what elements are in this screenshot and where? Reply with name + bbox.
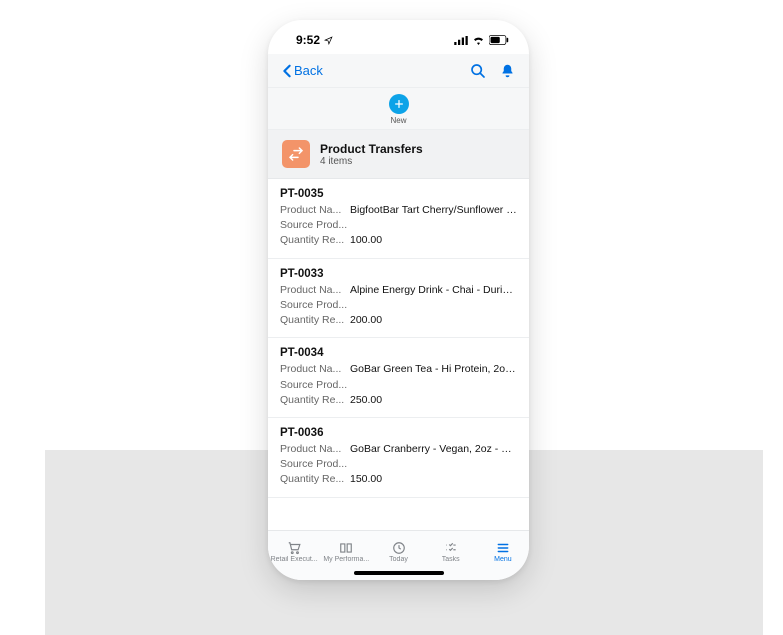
clock-icon (391, 541, 407, 555)
bell-icon (500, 63, 515, 79)
field-label-product: Product Na... (280, 203, 350, 218)
phone-frame: 9:52 Back New (268, 20, 529, 580)
search-button[interactable] (470, 63, 486, 79)
field-label-product: Product Na... (280, 362, 350, 377)
location-arrow-icon (324, 36, 333, 45)
list-header: Product Transfers 4 items (268, 130, 529, 179)
field-label-source: Source Prod... (280, 378, 350, 393)
tab-tasks[interactable]: Tasks (425, 531, 477, 572)
battery-icon (489, 35, 509, 45)
record-field: Product Na... BigfootBar Tart Cherry/Sun… (280, 203, 517, 218)
status-time-group: 9:52 (296, 33, 333, 47)
checklist-icon (443, 541, 459, 555)
list-header-text: Product Transfers 4 items (320, 142, 423, 167)
cart-icon (286, 541, 302, 555)
record-field: Source Prod... (280, 457, 517, 472)
field-value-quantity: 200.00 (350, 313, 517, 328)
search-icon (470, 63, 486, 79)
tab-today[interactable]: Today (372, 531, 424, 572)
record-field: Product Na... Alpine Energy Drink - Chai… (280, 283, 517, 298)
field-label-source: Source Prod... (280, 218, 350, 233)
field-value-source (350, 378, 517, 393)
wifi-icon (472, 36, 485, 45)
tab-my-performa-[interactable]: My Performa... (320, 531, 372, 572)
record-id: PT-0034 (280, 347, 517, 359)
record-field: Product Na... GoBar Green Tea - Hi Prote… (280, 362, 517, 377)
back-label: Back (294, 63, 323, 78)
tab-label: Today (389, 556, 408, 563)
field-value-product: BigfootBar Tart Cherry/Sunflower -... (350, 203, 517, 218)
back-button[interactable]: Back (282, 63, 323, 78)
record-id: PT-0036 (280, 427, 517, 439)
field-label-quantity: Quantity Re... (280, 313, 350, 328)
notifications-button[interactable] (500, 63, 515, 79)
home-indicator[interactable] (354, 571, 444, 575)
record-field: Quantity Re... 250.00 (280, 393, 517, 408)
chevron-left-icon (282, 64, 292, 78)
new-action-bar: New (268, 88, 529, 130)
field-value-product: GoBar Green Tea - Hi Protein, 2oz -... (350, 362, 517, 377)
record-id: PT-0035 (280, 188, 517, 200)
record-item[interactable]: PT-0033 Product Na... Alpine Energy Drin… (268, 259, 529, 339)
record-field: Quantity Re... 150.00 (280, 472, 517, 487)
tab-retail-execut-[interactable]: Retail Execut... (268, 531, 320, 572)
status-time: 9:52 (296, 33, 320, 47)
field-value-product: GoBar Cranberry - Vegan, 2oz - 24 ... (350, 442, 517, 457)
field-label-quantity: Quantity Re... (280, 233, 350, 248)
nav-actions (470, 63, 515, 79)
field-label-product: Product Na... (280, 283, 350, 298)
transfer-icon (282, 140, 310, 168)
tab-label: Menu (494, 556, 512, 563)
field-value-quantity: 150.00 (350, 472, 517, 487)
field-value-source (350, 218, 517, 233)
record-field: Source Prod... (280, 298, 517, 313)
record-field: Source Prod... (280, 378, 517, 393)
record-item[interactable]: PT-0035 Product Na... BigfootBar Tart Ch… (268, 179, 529, 259)
plus-icon (394, 99, 404, 109)
new-button-label: New (390, 116, 406, 125)
record-item[interactable]: PT-0034 Product Na... GoBar Green Tea - … (268, 338, 529, 418)
cellular-icon (454, 36, 468, 45)
record-field: Quantity Re... 200.00 (280, 313, 517, 328)
record-field: Source Prod... (280, 218, 517, 233)
field-value-quantity: 250.00 (350, 393, 517, 408)
nav-bar: Back (268, 54, 529, 88)
status-indicators (454, 35, 509, 45)
record-item[interactable]: PT-0036 Product Na... GoBar Cranberry - … (268, 418, 529, 498)
tab-label: My Performa... (323, 556, 369, 563)
field-label-source: Source Prod... (280, 457, 350, 472)
field-value-source (350, 298, 517, 313)
field-label-quantity: Quantity Re... (280, 472, 350, 487)
field-label-source: Source Prod... (280, 298, 350, 313)
tab-label: Retail Execut... (271, 556, 318, 563)
field-value-product: Alpine Energy Drink - Chai - During... (350, 283, 517, 298)
field-value-quantity: 100.00 (350, 233, 517, 248)
record-field: Product Na... GoBar Cranberry - Vegan, 2… (280, 442, 517, 457)
list-title: Product Transfers (320, 142, 423, 156)
records-list[interactable]: PT-0035 Product Na... BigfootBar Tart Ch… (268, 179, 529, 530)
list-subtitle: 4 items (320, 156, 423, 167)
tab-menu[interactable]: Menu (477, 531, 529, 572)
field-label-product: Product Na... (280, 442, 350, 457)
tab-label: Tasks (442, 556, 460, 563)
menu-icon (495, 541, 511, 555)
book-icon (338, 541, 354, 555)
status-bar: 9:52 (268, 20, 529, 54)
record-field: Quantity Re... 100.00 (280, 233, 517, 248)
field-value-source (350, 457, 517, 472)
field-label-quantity: Quantity Re... (280, 393, 350, 408)
record-id: PT-0033 (280, 268, 517, 280)
new-button[interactable] (389, 94, 409, 114)
